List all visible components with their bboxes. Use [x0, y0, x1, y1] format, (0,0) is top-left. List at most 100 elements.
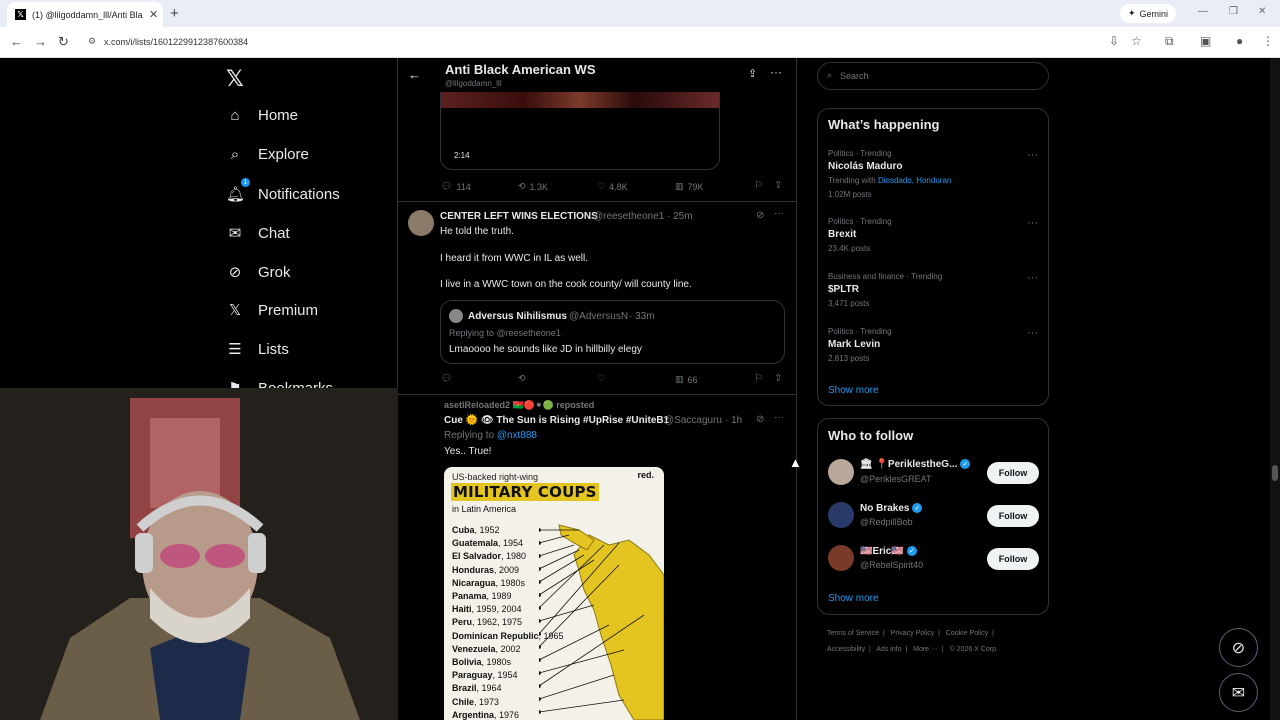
close-tab-icon[interactable]: ✕: [149, 8, 163, 21]
repost-context[interactable]: asetlReloaded2 🇧🇫🔴⚫🟢 reposted: [444, 400, 594, 411]
tweet-time[interactable]: · 1h: [725, 415, 742, 426]
nav-premium[interactable]: 𝕏 Premium: [226, 301, 318, 320]
reply-icon[interactable]: 💬︎: [441, 373, 452, 384]
forward-icon[interactable]: →: [34, 34, 47, 49]
grok-tweet-icon[interactable]: ⊘: [756, 210, 764, 221]
video-thumbnail[interactable]: [441, 92, 719, 108]
like-button[interactable]: ♡ 4.8K: [597, 181, 628, 192]
avatar[interactable]: [828, 545, 854, 571]
trend-name[interactable]: Brexit: [828, 229, 856, 240]
bookmark-tweet-icon[interactable]: ⚐: [754, 180, 763, 191]
more-options-icon[interactable]: ···: [774, 208, 784, 219]
more-options-icon[interactable]: ···: [1027, 327, 1038, 339]
back-arrow-icon[interactable]: ←: [408, 67, 421, 82]
footer-link[interactable]: Accessibility: [827, 646, 865, 653]
suggestion-name[interactable]: 🏛 📍PeriklestheG... ✓: [860, 459, 971, 470]
scrollbar[interactable]: [1270, 58, 1280, 720]
coup-list-item: Honduras, 2009: [452, 565, 519, 575]
coup-country: Peru: [452, 617, 473, 628]
nav-home[interactable]: ⌂ Home: [226, 107, 298, 124]
follow-button[interactable]: Follow: [987, 462, 1039, 484]
gemini-button[interactable]: ✦ Gemini: [1120, 4, 1177, 23]
heart-icon[interactable]: ♡: [597, 373, 605, 384]
avatar[interactable]: [408, 210, 434, 236]
share-tweet-icon[interactable]: ⇪: [774, 373, 782, 384]
more-options-icon[interactable]: ···: [770, 65, 782, 79]
bookmark-star-icon[interactable]: ☆: [1131, 34, 1142, 48]
footer-link[interactable]: Privacy Policy: [891, 630, 935, 637]
site-info-icon[interactable]: ⚙: [88, 36, 96, 47]
repost-button[interactable]: ⟲ 1.3K: [518, 181, 548, 192]
grok-tweet-icon[interactable]: ⊘: [756, 414, 764, 425]
list-icon: ☰: [228, 341, 242, 358]
share-tweet-icon[interactable]: ⇪: [774, 180, 782, 191]
tweet-time[interactable]: · 25m: [667, 211, 693, 222]
search-input[interactable]: ⌕ Search: [817, 62, 1049, 90]
nav-lists[interactable]: ☰ Lists: [226, 340, 289, 359]
more-options-icon[interactable]: ···: [774, 412, 784, 423]
back-icon[interactable]: ←: [10, 34, 23, 49]
suggestion-handle[interactable]: @RebelSpirit40: [860, 560, 923, 570]
footer-link[interactable]: Terms of Service: [827, 630, 879, 637]
trend-name[interactable]: Mark Levin: [828, 339, 880, 350]
coup-country: Brazil: [452, 683, 477, 694]
follow-button[interactable]: Follow: [987, 505, 1039, 527]
coup-country: Panama: [452, 591, 487, 601]
url-field[interactable]: ⚙ x.com/i/lists/1601229912387600384: [82, 31, 1092, 53]
avatar[interactable]: [828, 502, 854, 528]
nav-explore[interactable]: ⌕ Explore: [226, 146, 309, 163]
more-options-icon[interactable]: ···: [1027, 149, 1038, 161]
sidepanel-icon[interactable]: ▣: [1200, 34, 1211, 48]
scrollbar-thumb[interactable]: [1272, 465, 1278, 481]
trend-name[interactable]: Nicolás Maduro: [828, 161, 902, 172]
footer-link[interactable]: Cookie Policy: [946, 630, 988, 637]
install-icon[interactable]: ⇩: [1109, 34, 1119, 48]
close-window-icon[interactable]: ✕: [1258, 6, 1266, 17]
show-more-link[interactable]: Show more: [828, 385, 879, 396]
author-name[interactable]: Cue 🌞 👁 The Sun is Rising #UpRise #Unite…: [444, 415, 669, 426]
home-icon: ⌂: [230, 107, 240, 124]
suggestion-name[interactable]: No Brakes ✓: [860, 503, 923, 514]
quoted-tweet[interactable]: Adversus Nihilismus @AdversusN · 33m Rep…: [440, 300, 785, 364]
grok-float-button[interactable]: ⊘: [1219, 628, 1258, 667]
nav-notifications[interactable]: 🔔︎ 1 Notifications: [226, 178, 340, 203]
trend-with-links[interactable]: Diosdado, Honduran: [878, 176, 951, 185]
reload-icon[interactable]: ↻: [58, 34, 69, 50]
repost-icon[interactable]: ⟲: [518, 373, 526, 384]
menu-icon[interactable]: ⋮: [1262, 34, 1274, 48]
list-handle[interactable]: @lilgoddamn_lll: [445, 79, 502, 88]
suggestion-name[interactable]: 🇺🇸Eric🇺🇸 ✓: [860, 546, 917, 557]
coup-list-item: El Salvador, 1980: [452, 551, 526, 561]
footer-link[interactable]: Ads info: [876, 646, 901, 653]
browser-tab[interactable]: 𝕏 (1) @lilgoddamn_lll/Anti Black ✕: [7, 2, 163, 27]
follow-button[interactable]: Follow: [987, 548, 1039, 570]
author-name[interactable]: CENTER LEFT WINS ELECTIONS: [440, 211, 598, 222]
profile-icon[interactable]: ●: [1236, 34, 1243, 48]
nav-grok[interactable]: ⊘ Grok: [226, 263, 291, 282]
author-handle[interactable]: @Saccaguru: [664, 415, 722, 426]
nav-chat[interactable]: ✉ Chat: [226, 224, 290, 243]
extensions-icon[interactable]: ⧉: [1165, 34, 1174, 49]
views-button[interactable]: ▥ 79K: [675, 181, 704, 192]
messages-float-button[interactable]: ✉: [1219, 673, 1258, 712]
footer-link[interactable]: More ···: [913, 646, 938, 653]
x-logo-icon[interactable]: 𝕏: [226, 66, 244, 92]
tweet-image[interactable]: US-backed right-wing red. MILITARY COUPS…: [444, 467, 664, 720]
reply-count: 114: [456, 181, 471, 192]
new-tab-icon[interactable]: +: [170, 5, 179, 22]
bookmark-tweet-icon[interactable]: ⚐: [754, 373, 763, 384]
more-options-icon[interactable]: ···: [1027, 217, 1038, 229]
suggestion-handle[interactable]: @PeriklesGREAT: [860, 474, 931, 484]
reply-button[interactable]: 💬︎ 114: [441, 181, 471, 192]
share-icon[interactable]: ⇪: [748, 67, 757, 80]
minimize-icon[interactable]: —: [1198, 6, 1208, 17]
show-more-link[interactable]: Show more: [828, 593, 879, 604]
views-button[interactable]: ▥ 66: [675, 374, 698, 385]
more-options-icon[interactable]: ···: [1027, 272, 1038, 284]
maximize-icon[interactable]: ❐: [1229, 6, 1238, 17]
avatar[interactable]: [828, 459, 854, 485]
trend-name[interactable]: $PLTR: [828, 284, 859, 295]
suggestion-handle[interactable]: @RedpillBob: [860, 517, 913, 527]
replying-to-link[interactable]: @nxt888: [497, 430, 537, 441]
author-handle[interactable]: @reesetheone1: [593, 211, 664, 222]
